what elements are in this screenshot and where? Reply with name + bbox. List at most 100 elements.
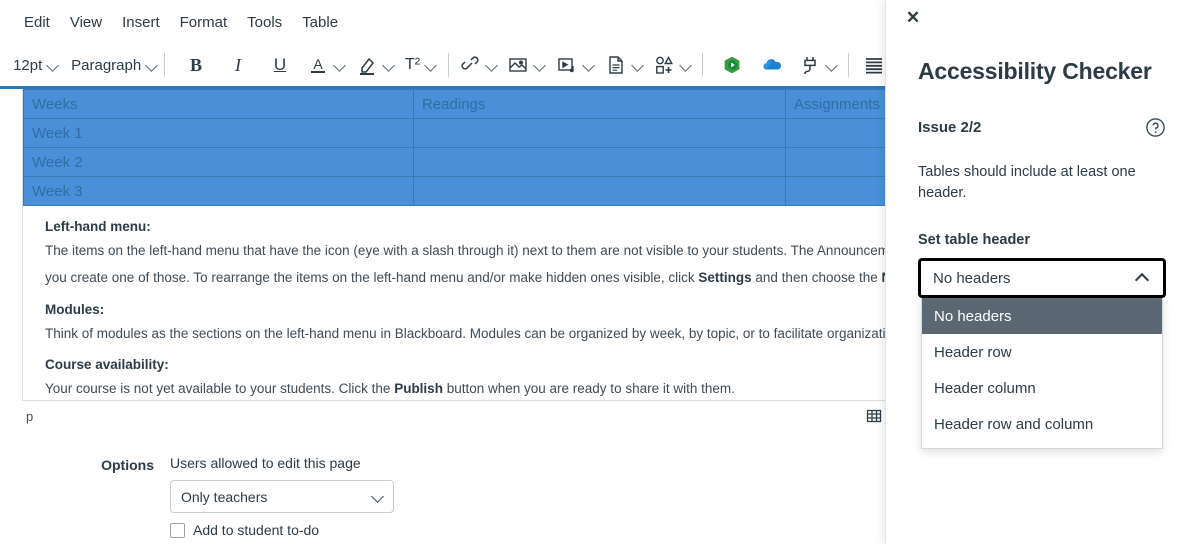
set-table-header-combobox[interactable]: No headers bbox=[918, 258, 1166, 299]
document-icon bbox=[605, 54, 627, 76]
shapes-button[interactable] bbox=[653, 50, 694, 80]
table-cell[interactable] bbox=[785, 118, 885, 148]
table-header-assignments[interactable]: Assignments bbox=[785, 89, 885, 119]
table-cell[interactable] bbox=[413, 118, 786, 148]
link-icon bbox=[459, 54, 481, 76]
chevron-down-icon bbox=[146, 59, 158, 71]
section-heading-left-hand-menu: Left-hand menu: bbox=[45, 219, 151, 234]
menu-edit[interactable]: Edit bbox=[14, 10, 60, 35]
svg-text:A: A bbox=[313, 56, 323, 72]
set-table-header-label: Set table header bbox=[918, 232, 1031, 249]
chevron-down-icon[interactable] bbox=[534, 59, 546, 71]
menu-table[interactable]: Table bbox=[292, 10, 348, 35]
option-header-row-and-column[interactable]: Header row and column bbox=[922, 406, 1162, 442]
table-cell-week3[interactable]: Week 3 bbox=[23, 176, 414, 206]
table-icon bbox=[866, 408, 882, 424]
page-options-section: Options Users allowed to edit this page … bbox=[0, 455, 900, 538]
font-size-picker[interactable]: 12pt bbox=[12, 50, 60, 80]
plugin-button[interactable] bbox=[798, 50, 839, 80]
align-button[interactable] bbox=[860, 50, 888, 80]
users-allowed-select[interactable]: Only teachers bbox=[170, 480, 394, 513]
font-size-value: 12pt bbox=[13, 56, 43, 74]
italic-button[interactable]: I bbox=[224, 50, 252, 80]
plugin-icon bbox=[799, 54, 821, 76]
highlighter-icon bbox=[356, 54, 378, 76]
table-cell[interactable] bbox=[785, 176, 885, 206]
combobox-value: No headers bbox=[933, 269, 1011, 287]
media-button[interactable] bbox=[555, 50, 596, 80]
chevron-down-icon[interactable] bbox=[826, 59, 838, 71]
text-color-button[interactable]: A bbox=[306, 50, 347, 80]
chevron-down-icon[interactable] bbox=[425, 59, 437, 71]
menu-format[interactable]: Format bbox=[170, 10, 238, 35]
superscript-button[interactable]: T² bbox=[403, 50, 438, 80]
options-body: Users allowed to edit this page Only tea… bbox=[170, 455, 900, 538]
menu-view[interactable]: View bbox=[60, 10, 112, 35]
add-to-todo-checkbox[interactable] bbox=[170, 522, 185, 538]
onedrive-icon bbox=[761, 54, 783, 76]
chevron-down-icon[interactable] bbox=[334, 59, 346, 71]
table-row: Week 1 bbox=[23, 118, 885, 148]
close-icon[interactable]: ✕ bbox=[900, 5, 926, 31]
toolbar-divider bbox=[163, 53, 165, 77]
chevron-down-icon[interactable] bbox=[632, 59, 644, 71]
image-button[interactable] bbox=[506, 50, 547, 80]
superscript-label: T² bbox=[405, 56, 421, 73]
media-icon bbox=[556, 54, 578, 76]
options-caption: Users allowed to edit this page bbox=[170, 455, 361, 471]
table-header-weeks[interactable]: Weeks bbox=[23, 89, 414, 119]
toolbar-divider bbox=[447, 53, 449, 77]
block-format-picker[interactable]: Paragraph bbox=[71, 50, 158, 80]
section-line: The items on the left-hand menu that hav… bbox=[45, 243, 886, 258]
section-line: you create one of those. To rearrange th… bbox=[45, 270, 885, 286]
table-header-readings[interactable]: Readings bbox=[413, 89, 786, 119]
table-cell-week2[interactable]: Week 2 bbox=[23, 147, 414, 177]
menu-insert[interactable]: Insert bbox=[112, 10, 170, 35]
set-table-header-listbox[interactable]: No headers Header row Header column Head… bbox=[921, 297, 1163, 450]
onedrive-button[interactable] bbox=[758, 50, 786, 80]
table-row: Weeks Readings Assignments bbox=[23, 89, 885, 119]
issue-description: Tables should include at least one heade… bbox=[918, 164, 1136, 202]
option-no-headers[interactable]: No headers bbox=[922, 298, 1162, 335]
section-heading-modules: Modules: bbox=[45, 301, 105, 317]
block-format-value: Paragraph bbox=[71, 56, 142, 74]
issue-row: Issue 2/2 bbox=[918, 117, 1166, 138]
table-cell[interactable] bbox=[785, 147, 885, 177]
chevron-down-icon bbox=[371, 490, 384, 503]
app-root: Edit View Insert Format Tools Table 12pt… bbox=[0, 0, 1198, 544]
section-heading-course-availability: Course availability: bbox=[45, 356, 169, 372]
option-header-row[interactable]: Header row bbox=[922, 334, 1162, 370]
accessibility-checker-panel: ✕ Accessibility Checker Issue 2/2 Tables… bbox=[885, 0, 1198, 544]
align-icon bbox=[863, 54, 885, 76]
chevron-down-icon[interactable] bbox=[383, 59, 395, 71]
set-table-header-combobox-wrap: No headers No headers Header row Header … bbox=[918, 258, 1166, 450]
rich-content-editor: Edit View Insert Format Tools Table 12pt… bbox=[0, 0, 900, 544]
element-path[interactable]: p bbox=[26, 409, 866, 424]
chevron-down-icon bbox=[47, 59, 59, 71]
panel-title: Accessibility Checker bbox=[918, 58, 1152, 84]
studio-button[interactable] bbox=[718, 50, 746, 80]
content-table[interactable]: Weeks Readings Assignments Week 1 Week 2… bbox=[23, 89, 885, 206]
toolbar-divider bbox=[702, 53, 704, 77]
menu-tools[interactable]: Tools bbox=[237, 10, 292, 35]
help-icon[interactable] bbox=[1145, 117, 1166, 138]
editor-content-area[interactable]: Weeks Readings Assignments Week 1 Week 2… bbox=[22, 89, 886, 401]
link-button[interactable] bbox=[458, 50, 499, 80]
add-to-todo-checkbox-row[interactable]: Add to student to-do bbox=[170, 522, 900, 538]
table-cell[interactable] bbox=[413, 176, 786, 206]
highlight-color-button[interactable] bbox=[355, 50, 396, 80]
chevron-down-icon[interactable] bbox=[680, 59, 692, 71]
table-cell-week1[interactable]: Week 1 bbox=[23, 118, 414, 148]
table-cell[interactable] bbox=[413, 147, 786, 177]
section-line: Think of modules as the sections on the … bbox=[45, 325, 886, 341]
editor-statusbar: p bbox=[22, 401, 886, 431]
image-icon bbox=[507, 54, 529, 76]
chevron-up-icon[interactable] bbox=[1134, 272, 1150, 288]
option-header-column[interactable]: Header column bbox=[922, 370, 1162, 406]
chevron-down-icon[interactable] bbox=[486, 59, 498, 71]
chevron-down-icon[interactable] bbox=[583, 59, 595, 71]
document-button[interactable] bbox=[604, 50, 645, 80]
document-body[interactable]: Left-hand menu: The items on the left-ha… bbox=[23, 219, 885, 399]
underline-button[interactable]: U bbox=[266, 50, 294, 80]
bold-button[interactable]: B bbox=[182, 50, 210, 80]
